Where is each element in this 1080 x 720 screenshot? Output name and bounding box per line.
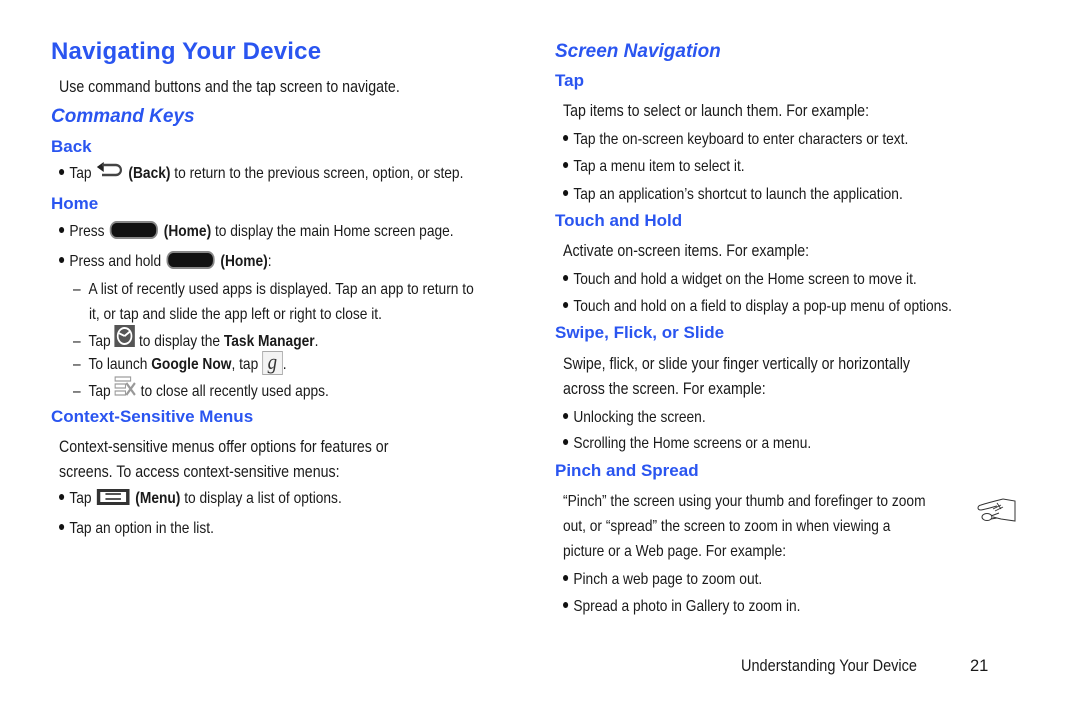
bullet-dot (563, 438, 569, 445)
touch-hold-intro: Activate on-screen items. For example: (563, 242, 810, 260)
list-item: Tap the on-screen keyboard to enter char… (563, 127, 908, 152)
task-manager-icon (114, 325, 136, 355)
bullet-dot (59, 493, 65, 500)
home-key-icon (166, 250, 215, 269)
list-item: Scrolling the Home screens or a menu. (563, 431, 811, 456)
context-menus-para-1: Context-sensitive menus offer options fo… (59, 438, 389, 456)
sub-bullet-recent-apps: – A list of recently used apps is display… (73, 281, 474, 298)
heading-command-keys: Command Keys (51, 106, 195, 127)
heading-swipe: Swipe, Flick, or Slide (555, 323, 725, 342)
bullet-dot (563, 301, 569, 308)
bullet-home-press: Press (Home) to display the main Home sc… (59, 219, 454, 244)
page-number: 21 (970, 657, 989, 675)
close-all-apps-icon (114, 375, 136, 405)
bullet-menu: Tap (Menu) to display a list of options. (59, 486, 342, 511)
bullet-dot (59, 256, 65, 263)
list-item: Tap an application’s shortcut to launch … (563, 182, 903, 207)
sub-bullet-google-now: – To launch Google Now, tap g. (73, 348, 287, 375)
menu-key-icon (97, 488, 130, 505)
list-item: Spread a photo in Gallery to zoom in. (563, 594, 800, 619)
bullet-dot (59, 169, 65, 175)
sub-bullet-recent-apps-cont: it, or tap and slide the app left or rig… (89, 306, 382, 323)
heading-context-menus: Context-Sensitive Menus (51, 407, 254, 426)
home-key-icon (110, 220, 159, 239)
pinch-intro-2: out, or “spread” the screen to zoom in w… (563, 518, 891, 535)
list-item: Touch and hold on a field to display a p… (563, 294, 952, 319)
pinch-gesture-icon (975, 495, 1019, 530)
swipe-intro-1: Swipe, flick, or slide your finger verti… (563, 355, 911, 373)
list-item: Pinch a web page to zoom out. (563, 567, 762, 592)
bullet-dot (59, 226, 65, 233)
bullet-tap-option: Tap an option in the list. (59, 516, 214, 541)
list-item: Tap a menu item to select it. (563, 154, 745, 179)
heading-screen-navigation: Screen Navigation (555, 41, 721, 62)
footer-section-title: Understanding Your Device (741, 657, 917, 675)
bullet-dot (563, 574, 569, 581)
bullet-dot (563, 274, 569, 281)
back-arrow-icon (95, 159, 124, 185)
heading-back: Back (51, 137, 92, 156)
heading-touch-and-hold: Touch and Hold (555, 211, 683, 230)
bullet-dot (563, 412, 569, 419)
list-item: Touch and hold a widget on the Home scre… (563, 267, 917, 292)
tap-intro: Tap items to select or launch them. For … (563, 102, 870, 120)
page-title: Navigating Your Device (51, 38, 322, 65)
bullet-dot (563, 161, 569, 168)
heading-tap: Tap (555, 71, 584, 90)
bullet-dot (563, 134, 569, 141)
sub-bullet-close-all: – Tap to close all recently used apps. (73, 375, 329, 407)
heading-pinch-spread: Pinch and Spread (555, 461, 699, 480)
google-now-icon: g (262, 350, 283, 375)
pinch-intro-1: “Pinch” the screen using your thumb and … (563, 493, 926, 510)
bullet-home-hold: Press and hold (Home): (59, 249, 272, 274)
intro-text: Use command buttons and the tap screen t… (59, 78, 400, 96)
bullet-dot (59, 523, 65, 530)
heading-home: Home (51, 194, 99, 213)
bullet-dot (563, 189, 569, 196)
bullet-dot (563, 601, 569, 608)
list-item: Unlocking the screen. (563, 405, 706, 430)
pinch-intro-3: picture or a Web page. For example: (563, 543, 787, 560)
swipe-intro-2: across the screen. For example: (563, 380, 766, 398)
bullet-back: Tap (Back) to return to the previous scr… (59, 161, 463, 187)
context-menus-para-2: screens. To access context-sensitive men… (59, 463, 340, 481)
